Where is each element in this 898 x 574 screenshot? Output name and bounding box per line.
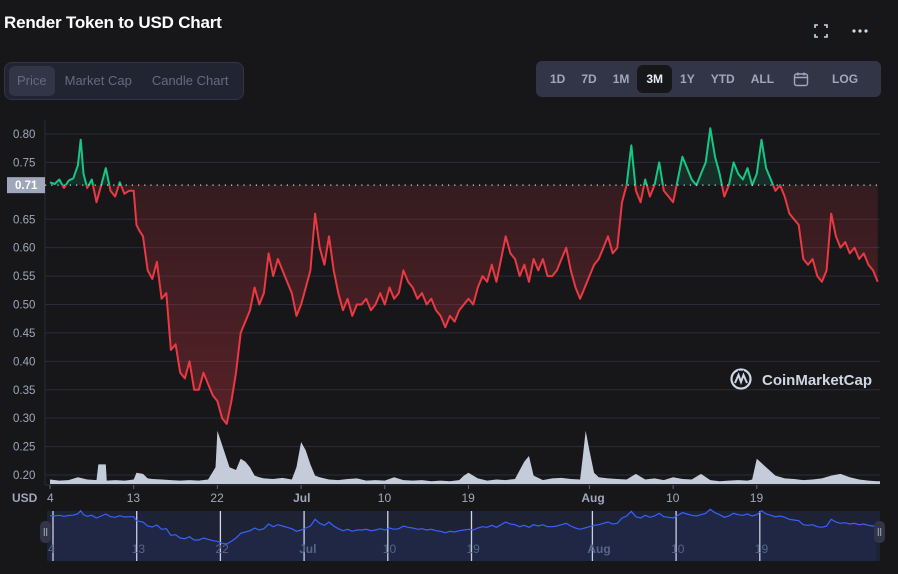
range-3m[interactable]: 3M [637, 65, 673, 93]
handle-grip [874, 521, 885, 543]
tab-market-cap[interactable]: Market Cap [55, 66, 142, 96]
range-7d[interactable]: 7D [573, 65, 604, 93]
x-tick-label: 19 [462, 491, 476, 505]
reference-price-text: 0.71 [15, 180, 38, 192]
watermark-text: CoinMarketCap [762, 372, 872, 389]
date-range-button[interactable] [786, 71, 816, 87]
x-tick-label: 22 [210, 491, 224, 505]
y-tick-label: 0.55 [13, 271, 35, 283]
fullscreen-button[interactable] [810, 20, 832, 42]
y-tick-label: 0.65 [13, 214, 35, 226]
volume-area [50, 430, 880, 484]
range-ytd[interactable]: YTD [703, 65, 743, 93]
navigator-right-handle[interactable] [874, 521, 885, 543]
x-tick-label: Aug [581, 491, 604, 505]
y-tick-label: 0.30 [13, 413, 35, 425]
y-tick-label: 0.60 [13, 243, 35, 255]
y-tick-label: 0.45 [13, 328, 35, 340]
y-tick-label: 0.75 [13, 157, 35, 169]
x-tick-label: 19 [750, 491, 764, 505]
price-chart[interactable]: 0.80 0.75 0.65 0.60 0.55 0.50 0.45 0.40 0.35 0.30… [0, 110, 898, 574]
x-axis: 4 13 22 Jul 10 19 Aug 10 19 [45, 484, 880, 505]
range-all[interactable]: ALL [743, 65, 782, 93]
calendar-icon [793, 72, 809, 87]
page-title: Render Token to USD Chart [4, 13, 222, 32]
axis-unit-label: USD [12, 491, 38, 505]
y-tick-label: 0.25 [13, 442, 35, 454]
range-navigator[interactable]: 4 13 22 Jul 10 19 Aug 10 19 [40, 508, 885, 561]
tab-price[interactable]: Price [9, 66, 55, 96]
x-tick-label: 13 [127, 491, 141, 505]
y-tick-label: 0.40 [13, 356, 35, 368]
time-range-tabs: 1D 7D 1M 3M 1Y YTD ALL LOG [536, 61, 881, 97]
x-tick-label: 10 [378, 491, 392, 505]
coinmarketcap-logo-icon [730, 368, 752, 390]
log-scale-toggle[interactable]: LOG [824, 65, 866, 93]
x-tick-label: 4 [47, 491, 54, 505]
range-1m[interactable]: 1M [605, 65, 638, 93]
y-tick-label: 0.35 [13, 385, 35, 397]
fullscreen-icon [814, 24, 828, 38]
volume-bars [50, 430, 880, 484]
y-tick-label: 0.20 [13, 470, 35, 482]
x-tick-label: 10 [666, 491, 680, 505]
tab-candle-chart[interactable]: Candle Chart [142, 66, 239, 96]
reference-price-label: 0.71 [7, 177, 45, 194]
navigator-left-handle[interactable] [40, 521, 51, 543]
more-options-button[interactable] [849, 20, 871, 42]
coinmarketcap-watermark: CoinMarketCap [730, 368, 872, 390]
x-tick-label: Jul [293, 491, 310, 505]
more-horizontal-icon [852, 29, 868, 33]
y-tick-label: 0.50 [13, 300, 35, 312]
range-1y[interactable]: 1Y [672, 65, 703, 93]
chart-type-tabs: Price Market Cap Candle Chart [4, 62, 244, 100]
y-tick-label: 0.80 [13, 129, 35, 141]
range-1d[interactable]: 1D [542, 65, 573, 93]
handle-grip [40, 521, 51, 543]
